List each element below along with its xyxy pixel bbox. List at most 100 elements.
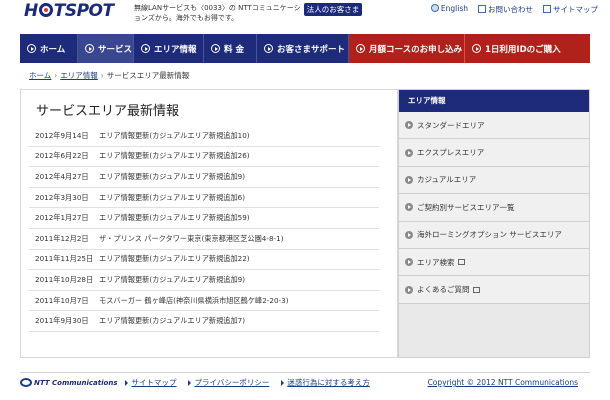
- arrow-icon: [405, 175, 413, 184]
- arrow-icon: [405, 230, 413, 239]
- contact-link[interactable]: お問い合わせ: [478, 4, 533, 15]
- page-title: サービスエリア最新情報: [36, 104, 180, 119]
- page: H TSPOT 無線LANサービスも〈0033〉の NTTコミュニケーションズから…: [0, 0, 610, 400]
- news-text: エリア情報更新(カジュアルエリア新規追加26): [99, 151, 250, 161]
- footer-spam-policy-link[interactable]: 迷惑行為に対する考え方: [281, 377, 370, 388]
- breadcrumb: ホーム › エリア情報 › サービスエリア最新情報: [29, 70, 189, 81]
- news-date: 2012年4月27日: [35, 171, 89, 181]
- copyright-link[interactable]: Copyright © 2012 NTT Communications: [428, 378, 578, 387]
- globe-icon: [430, 4, 439, 12]
- news-row: 2012年3月30日 エリア情報更新(カジュアルエリア新規追加6): [29, 188, 379, 209]
- news-row: 2012年6月22日 エリア情報更新(カジュアルエリア新規追加26): [29, 147, 379, 168]
- arrow-icon: [264, 44, 273, 53]
- arrow-icon: [405, 148, 413, 157]
- sidebar-item-label: エリア検索: [417, 257, 455, 267]
- news-date: 2011年9月30日: [35, 316, 89, 326]
- breadcrumb-separator: ›: [100, 71, 104, 80]
- nav-area-info[interactable]: エリア情報: [134, 34, 204, 63]
- sidebar-item-label: 海外ローミングオプション サービスエリア: [417, 230, 562, 240]
- header: H TSPOT 無線LANサービスも〈0033〉の NTTコミュニケーションズから…: [0, 0, 610, 30]
- news-date: 2012年9月14日: [35, 130, 89, 140]
- footer-link-label: サイトマップ: [131, 378, 177, 387]
- news-text: エリア情報更新(カジュアルエリア新規追加22): [99, 254, 250, 264]
- contact-link-label: お問い合わせ: [488, 5, 533, 14]
- nav-label: ホーム: [40, 44, 66, 55]
- arrow-icon: [281, 379, 285, 386]
- arrow-icon: [188, 379, 192, 386]
- ntt-communications-logo[interactable]: NTT Communications: [20, 378, 117, 387]
- sidebar-item-casual-area[interactable]: カジュアルエリア: [399, 166, 589, 195]
- arrow-icon: [405, 121, 413, 130]
- mail-icon: [478, 5, 486, 13]
- global-nav: ホーム サービス エリア情報 料 金 お客さまサポート 月額コースのお申し込み …: [20, 34, 590, 63]
- news-date: 2012年3月30日: [35, 192, 89, 202]
- news-date: 2012年1月27日: [35, 213, 89, 223]
- english-link[interactable]: English: [430, 4, 468, 15]
- nav-monthly-signup[interactable]: 月額コースのお申し込み: [349, 34, 465, 63]
- news-row: 2011年10月28日 エリア情報更新(カジュアルエリア新規追加9): [29, 270, 379, 291]
- arrow-icon: [405, 203, 413, 212]
- news-row: 2012年9月14日 エリア情報更新(カジュアルエリア新規追加10): [29, 126, 379, 147]
- news-row: 2011年11月25日 エリア情報更新(カジュアルエリア新規追加22): [29, 250, 379, 271]
- nav-home[interactable]: ホーム: [20, 34, 78, 63]
- sidebar-item-roaming-area[interactable]: 海外ローミングオプション サービスエリア: [399, 221, 589, 249]
- arrow-icon: [141, 44, 150, 53]
- sidebar-item-label: カジュアルエリア: [417, 175, 477, 185]
- ntt-logo-text: NTT Communications: [34, 378, 118, 387]
- sidebar-heading: エリア情報: [399, 90, 589, 112]
- news-text: エリア情報更新(カジュアルエリア新規追加9): [99, 274, 246, 284]
- corporate-button[interactable]: 法人のお客さま: [304, 3, 362, 16]
- news-row: 2012年4月27日 エリア情報更新(カジュアルエリア新規追加9): [29, 167, 379, 188]
- news-date: 2011年12月2日: [35, 233, 89, 243]
- nav-label: 料 金: [224, 44, 244, 55]
- sidebar: エリア情報 スタンダードエリア エクスプレスエリア カジュアルエリア ご契約別サ…: [398, 89, 590, 358]
- sidebar-item-express-area[interactable]: エクスプレスエリア: [399, 139, 589, 167]
- arrow-icon: [472, 44, 481, 53]
- arrow-icon: [356, 44, 365, 53]
- footer-privacy-link[interactable]: プライバシーポリシー: [188, 377, 269, 388]
- sitemap-link-label: サイトマップ: [553, 5, 598, 14]
- sidebar-item-label: スタンダードエリア: [417, 120, 485, 130]
- news-date: 2011年11月25日: [35, 254, 94, 264]
- breadcrumb-home[interactable]: ホーム: [29, 71, 51, 80]
- news-text: エリア情報更新(カジュアルエリア新規追加59): [99, 213, 250, 223]
- news-text: ザ・プリンス パークタワー東京(東京都港区芝公園4-8-1): [99, 233, 284, 243]
- nav-label: 1日利用IDのご購入: [485, 44, 561, 55]
- english-link-label: English: [440, 4, 468, 13]
- footer: NTT Communications サイトマップ プライバシーポリシー 迷惑行…: [20, 372, 590, 388]
- news-list: 2012年9月14日 エリア情報更新(カジュアルエリア新規追加10) 2012年6…: [29, 126, 379, 332]
- nav-day-id-purchase[interactable]: 1日利用IDのご購入: [465, 34, 590, 63]
- sidebar-item-label: よくあるご質問: [417, 285, 470, 295]
- arrow-icon: [405, 258, 413, 267]
- sidebar-item-label: ご契約別サービスエリア一覧: [417, 202, 515, 212]
- sidebar-item-contract-area-list[interactable]: ご契約別サービスエリア一覧: [399, 194, 589, 222]
- sidebar-item-faq[interactable]: よくあるご質問: [399, 276, 589, 304]
- nav-label: サービス: [98, 44, 133, 55]
- breadcrumb-separator: ›: [54, 71, 58, 80]
- nav-pricing[interactable]: 料 金: [204, 34, 257, 63]
- footer-link-label: プライバシーポリシー: [194, 378, 270, 387]
- nav-service[interactable]: サービス: [78, 34, 134, 63]
- news-text: エリア情報更新(カジュアルエリア新規追加9): [99, 171, 246, 181]
- hotspot-logo[interactable]: H TSPOT: [24, 1, 114, 21]
- arrow-icon: [125, 379, 129, 386]
- sidebar-item-standard-area[interactable]: スタンダードエリア: [399, 112, 589, 140]
- news-date: 2011年10月28日: [35, 274, 94, 284]
- sidebar-item-area-search[interactable]: エリア検索: [399, 248, 589, 277]
- news-text: モスバーガー 鶴ヶ峰店(神奈川県横浜市旭区鶴ケ峰2-20-3): [99, 295, 289, 305]
- sitemap-link[interactable]: サイトマップ: [543, 4, 598, 15]
- news-row: 2011年9月30日 エリア情報更新(カジュアルエリア新規追加7): [29, 311, 379, 332]
- arrow-icon: [27, 44, 36, 53]
- nav-label: 月額コースのお申し込み: [369, 44, 463, 55]
- news-row: 2012年1月27日 エリア情報更新(カジュアルエリア新規追加59): [29, 208, 379, 229]
- news-date: 2011年10月7日: [35, 295, 89, 305]
- footer-sitemap-link[interactable]: サイトマップ: [125, 377, 176, 388]
- tagline: 無線LANサービスも〈0033〉の NTTコミュニケーションズから。海外でもお得…: [134, 4, 301, 22]
- footer-link-label: 迷惑行為に対する考え方: [287, 378, 370, 387]
- ntt-swirl-icon: [20, 378, 32, 387]
- news-date: 2012年6月22日: [35, 151, 89, 161]
- breadcrumb-area[interactable]: エリア情報: [60, 71, 98, 80]
- nav-support[interactable]: お客さまサポート: [257, 34, 349, 63]
- arrow-icon: [85, 44, 94, 53]
- news-row: 2011年12月2日 ザ・プリンス パークタワー東京(東京都港区芝公園4-8-1): [29, 229, 379, 250]
